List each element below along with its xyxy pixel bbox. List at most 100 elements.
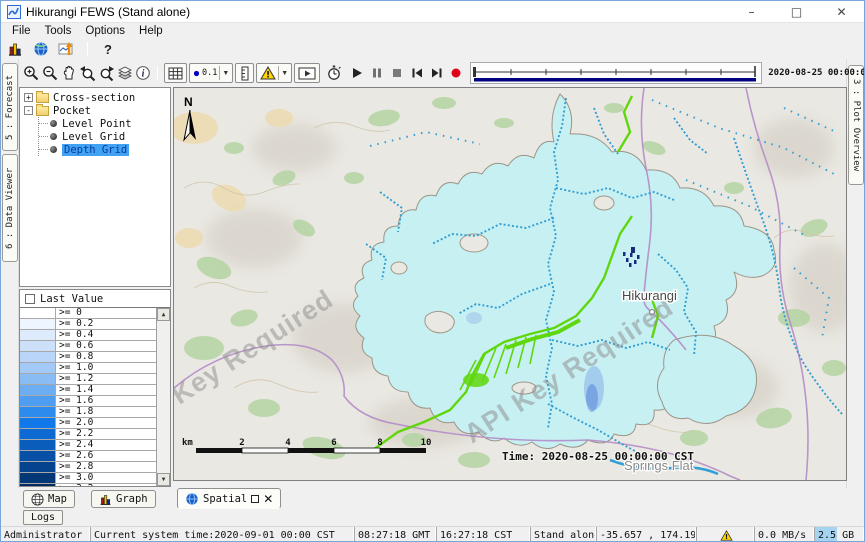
menu-file[interactable]: File xyxy=(5,25,38,37)
legend-label: >= 1.6 xyxy=(56,396,93,406)
grid-toggle-button[interactable] xyxy=(164,63,187,83)
tab-map[interactable]: Map xyxy=(23,490,75,508)
legend-label: >= 0.6 xyxy=(56,341,93,351)
tab-graph-label: Graph xyxy=(116,493,148,505)
legend-swatch xyxy=(20,429,56,439)
bar-chart-icon xyxy=(99,493,112,506)
collapse-icon[interactable]: - xyxy=(24,106,33,115)
legend-label: >= 1.2 xyxy=(56,374,93,384)
tree-node-level-point[interactable]: Level Point xyxy=(39,117,170,130)
legend-scrollbar[interactable]: ▲ ▼ xyxy=(156,308,170,486)
pan-hand-button[interactable] xyxy=(61,62,77,84)
zoom-next-button[interactable] xyxy=(98,62,115,84)
legend-swatch xyxy=(20,418,56,428)
tab-graph[interactable]: Graph xyxy=(91,490,156,508)
legend-swatch xyxy=(20,473,56,483)
tab-plot-overview[interactable]: 3 : Plot Overview xyxy=(848,65,864,185)
step-end-button[interactable] xyxy=(430,62,444,84)
legend-label: >= 0 xyxy=(56,308,82,318)
scale-tick: 10 xyxy=(421,438,432,448)
legend-swatch xyxy=(20,363,56,373)
legend-label: >= 2.2 xyxy=(56,429,93,439)
logs-row: Logs xyxy=(1,509,864,526)
toolbar-separator xyxy=(87,42,88,56)
legend-label: >= 2.4 xyxy=(56,440,93,450)
legend-label: >= 3.2 xyxy=(56,484,93,486)
legend-header: Last Value xyxy=(20,290,170,307)
pause-button[interactable] xyxy=(370,62,384,84)
database-chart-icon[interactable] xyxy=(5,40,25,58)
legend-label: >= 0.2 xyxy=(56,319,93,329)
scroll-down-icon[interactable]: ▼ xyxy=(157,473,170,486)
tab-spatial-label: Spatial xyxy=(203,493,247,505)
warning-dropdown[interactable]: ! ▼ xyxy=(256,63,292,83)
tree-node-pocket[interactable]: - Pocket xyxy=(24,104,170,117)
stopwatch-button[interactable] xyxy=(326,62,342,84)
record-button[interactable] xyxy=(450,62,462,84)
timeseries-import-icon[interactable] xyxy=(57,40,77,58)
wire-globe-icon xyxy=(31,493,44,506)
legend-list[interactable]: >= 0 >= 0.2 >= 0.4 >= 0.6 >= 0.8 >= 1.0 … xyxy=(20,307,170,486)
animation-button[interactable] xyxy=(294,63,320,83)
menu-tools[interactable]: Tools xyxy=(38,25,79,37)
zoom-in-button[interactable] xyxy=(23,62,40,84)
legend-label: >= 0.8 xyxy=(56,352,93,362)
tab-forecast[interactable]: 5 : Forecast xyxy=(2,63,18,151)
scale-ruler-button[interactable] xyxy=(235,63,254,83)
expand-icon[interactable]: + xyxy=(24,93,33,102)
logs-button[interactable]: Logs xyxy=(23,510,63,525)
legend-label: >= 1.4 xyxy=(56,385,93,395)
close-tab-icon[interactable]: ✕ xyxy=(263,493,273,505)
globe-icon[interactable] xyxy=(31,40,51,58)
scale-tick: 6 xyxy=(331,438,336,448)
legend-swatch xyxy=(20,374,56,384)
timeline-slider[interactable] xyxy=(470,62,762,84)
app-window: Hikurangi FEWS (Stand alone) – □ ✕ File … xyxy=(0,0,865,542)
zoom-out-button[interactable] xyxy=(42,62,59,84)
memory-text: 2.5 GB xyxy=(818,530,854,541)
step-start-button[interactable] xyxy=(410,62,424,84)
play-button[interactable] xyxy=(350,62,364,84)
close-button[interactable]: ✕ xyxy=(819,1,864,22)
svg-text:i: i xyxy=(142,69,145,80)
folder-icon xyxy=(36,106,49,116)
tab-data-viewer[interactable]: 6 : Data Viewer xyxy=(2,154,18,262)
legend-swatch xyxy=(20,484,56,486)
tab-map-label: Map xyxy=(48,493,67,505)
minimize-button[interactable]: – xyxy=(729,1,774,22)
tree-node-depth-grid[interactable]: Depth Grid xyxy=(39,143,170,156)
status-mode: Stand alone xyxy=(530,527,596,542)
info-button[interactable]: i xyxy=(135,62,151,84)
tree-node-cross-section[interactable]: + Cross-section xyxy=(24,91,170,104)
svg-text:!: ! xyxy=(266,71,270,81)
node-bullet-icon xyxy=(50,133,57,140)
town-label: Hikurangi xyxy=(622,288,677,303)
last-value-checkbox[interactable] xyxy=(25,294,35,304)
legend-row: >= 3.2 xyxy=(20,484,156,486)
maximize-button[interactable]: □ xyxy=(774,1,819,22)
scroll-up-icon[interactable]: ▲ xyxy=(157,308,170,321)
layers-button[interactable] xyxy=(117,62,133,84)
map-toolbar: i 0.1 ▼ ! ▼ xyxy=(19,59,846,87)
tree-node-level-grid[interactable]: Level Grid xyxy=(39,130,170,143)
interval-dropdown[interactable]: 0.1 ▼ xyxy=(189,63,233,83)
timeline-datetime: 2020-08-25 00:00:00 CST xyxy=(768,68,865,78)
main-toolbar: ? xyxy=(1,39,864,59)
right-tab-strip: 3 : Plot Overview xyxy=(846,59,864,488)
zoom-previous-button[interactable] xyxy=(79,62,96,84)
legend-panel: Last Value >= 0 >= 0.2 >= 0.4 >= 0.6 >= … xyxy=(19,289,171,487)
layer-tree[interactable]: + Cross-section - Pocket Level Point xyxy=(19,87,171,287)
restore-icon[interactable] xyxy=(251,495,259,503)
left-tab-strip: 5 : Forecast 6 : Data Viewer xyxy=(1,59,19,488)
help-button[interactable]: ? xyxy=(98,40,118,58)
stop-button[interactable] xyxy=(390,62,404,84)
map-canvas[interactable]: API Key Required API Key Required Hikura… xyxy=(173,87,847,481)
menu-options[interactable]: Options xyxy=(78,25,132,37)
menu-help[interactable]: Help xyxy=(132,25,170,37)
status-warning-cell[interactable]: ! xyxy=(696,527,754,542)
scale-tick: 4 xyxy=(285,438,291,448)
legend-label: >= 2.6 xyxy=(56,451,93,461)
globe-icon xyxy=(185,492,199,506)
map-time-label: Time: 2020-08-25 00:00:00 CST xyxy=(502,450,694,463)
tab-spatial[interactable]: Spatial ✕ xyxy=(177,488,281,509)
